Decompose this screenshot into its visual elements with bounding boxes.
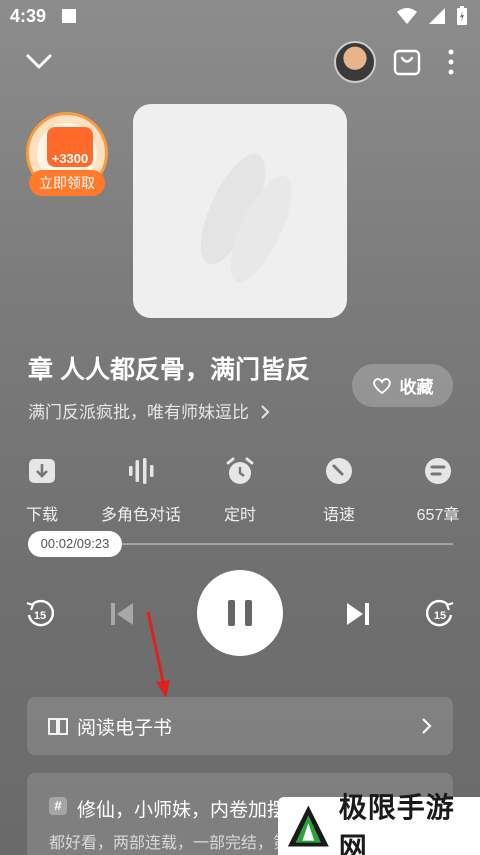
chapters-icon [425,458,451,484]
tool-chapters[interactable]: 657章 [393,456,480,525]
reward-amount: +3300 [51,151,89,166]
skip-previous-icon [111,603,133,625]
tool-download[interactable]: 下载 [0,456,87,525]
forward-15-button[interactable]: 15 [424,598,456,630]
tool-label: 657章 [416,507,460,524]
book-subtitle-text: 满门反派疯批，唯有师妹逗比 [28,403,249,422]
tool-label: 下载 [25,507,58,524]
status-bar: 4:39 [0,0,480,34]
tool-label: 语速 [322,507,355,524]
skip-next-icon [347,603,369,625]
soundwave-icon [129,458,154,484]
previous-button[interactable] [108,600,136,628]
next-button[interactable] [344,600,372,628]
cover-placeholder-icon [200,153,292,283]
read-ebook-row[interactable]: 阅读电子书 [27,697,453,755]
annotation-arrow-icon [146,611,170,698]
more-vertical-icon[interactable] [445,48,457,76]
heart-icon [372,377,391,394]
wifi-icon [397,8,417,24]
top-bar [0,40,480,84]
hashtag-icon: # [49,797,67,815]
tool-label: 定时 [223,507,256,524]
favorite-label: 收藏 [399,378,434,397]
recommendation-description: 都好看，两部连载，一部完结，第 [49,835,290,852]
status-icons [396,6,468,26]
playback-progress[interactable]: 00:02/09:23 [28,531,453,557]
chevron-down-icon[interactable] [24,48,54,74]
shopping-bag-icon[interactable] [393,48,421,76]
tools-row: 下载 多角色对话 定时 语速 657章 [0,456,480,524]
favorite-button[interactable]: 收藏 [352,364,453,407]
pause-button[interactable] [197,570,283,656]
chevron-right-icon [422,718,432,734]
pause-icon [228,600,252,626]
playback-controls: 15 15 [0,570,480,660]
rewind-icon: 15 [26,599,55,627]
watermark-text: 极限手游网 [338,792,455,855]
progress-time[interactable]: 00:02/09:23 [28,531,122,557]
download-icon [29,459,55,483]
recommendation-title: 修仙，小师妹，内卷加摆烂 [77,800,306,821]
battery-icon [457,6,467,25]
rewind-15-button[interactable]: 15 [24,598,56,630]
book-cover [133,104,347,318]
notification-icon [62,9,76,23]
watermark-logo-icon [287,805,329,847]
book-icon [48,718,68,735]
avatar[interactable] [334,41,376,83]
book-subtitle[interactable]: 满门反派疯批，唯有师妹逗比 [28,398,272,423]
watermark: 极限手游网 [278,792,480,855]
speed-icon [326,458,352,484]
forward-icon: 15 [425,599,454,627]
status-time: 4:39 [10,6,47,26]
chevron-right-icon [261,405,270,419]
tool-timer[interactable]: 定时 [195,456,285,525]
claim-reward-button[interactable]: 立即领取 [29,170,105,196]
tool-multi-role[interactable]: 多角色对话 [96,456,186,525]
book-title: 章 人人都反骨，满门皆反 [28,356,310,384]
read-ebook-label: 阅读电子书 [77,717,173,739]
rewind-seconds: 15 [34,610,46,622]
alarm-icon [226,457,254,484]
tool-label: 多角色对话 [100,507,181,524]
forward-seconds: 15 [434,610,446,622]
signal-icon [429,8,445,24]
tool-speed[interactable]: 语速 [294,456,384,525]
